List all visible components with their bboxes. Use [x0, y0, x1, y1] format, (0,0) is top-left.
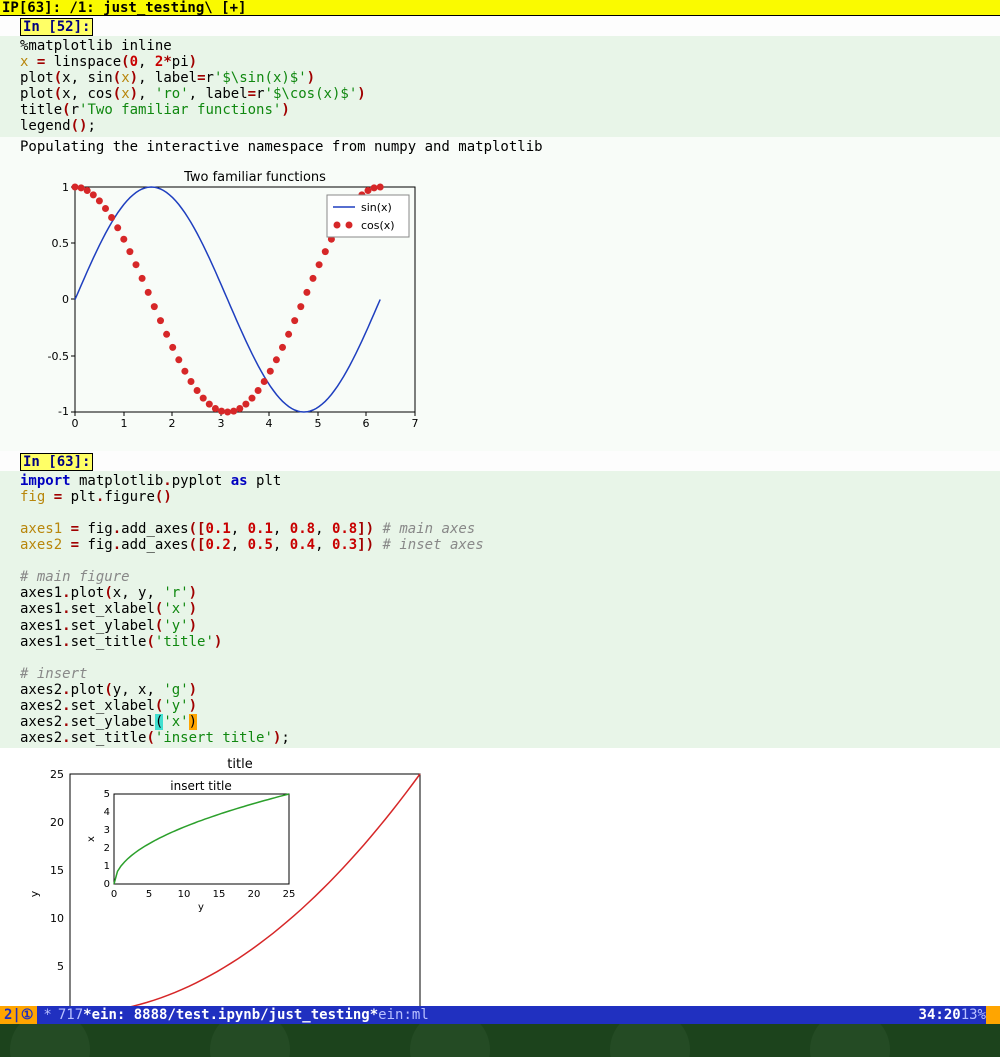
svg-text:-0.5: -0.5 [48, 350, 69, 363]
svg-text:0: 0 [72, 417, 79, 430]
buffer-name: *ein: 8888/test.ipynb/just_testing* [83, 1007, 378, 1023]
svg-text:1: 1 [104, 861, 110, 872]
chart2-svg: title 0 5 10 15 20 25 0 1 [20, 754, 440, 1021]
title-bar: IP[63]: /1: just_testing\ [+] [0, 0, 1000, 16]
svg-text:10: 10 [178, 889, 191, 900]
svg-text:4: 4 [266, 417, 273, 430]
cell1-figure: Two familiar functions 1 0.5 0 -0.5 -1 [0, 157, 1000, 451]
svg-text:cos(x): cos(x) [361, 219, 395, 232]
svg-text:2: 2 [169, 417, 176, 430]
svg-text:10: 10 [50, 912, 64, 925]
svg-text:sin(x): sin(x) [361, 201, 392, 214]
svg-text:25: 25 [50, 768, 64, 781]
svg-text:2: 2 [104, 843, 110, 854]
svg-text:1: 1 [62, 181, 69, 194]
svg-text:0.5: 0.5 [52, 237, 70, 250]
cell1-prompt: In [52]: [20, 18, 93, 36]
svg-text:y: y [198, 902, 204, 913]
svg-text:0: 0 [104, 879, 110, 890]
svg-text:5: 5 [146, 889, 152, 900]
svg-text:y: y [28, 891, 41, 898]
major-mode: ein:ml [378, 1007, 429, 1023]
mode-line: 2|① * 717 *ein: 8888/test.ipynb/just_tes… [0, 1006, 1000, 1024]
text-cursor: ) [189, 714, 197, 730]
editor-window: IP[63]: /1: just_testing\ [+] In [52]: %… [0, 0, 1000, 1057]
svg-text:4: 4 [104, 807, 110, 818]
chart1-title: Two familiar functions [183, 170, 326, 185]
cell1-stdout: Populating the interactive namespace fro… [0, 137, 1000, 157]
svg-text:insert title: insert title [170, 779, 232, 793]
svg-text:7: 7 [412, 417, 419, 430]
svg-text:20: 20 [50, 816, 64, 829]
cell1-code[interactable]: %matplotlib inline x = linspace(0, 2*pi)… [0, 36, 1000, 137]
chart1-legend: sin(x) cos(x) [327, 195, 409, 237]
svg-text:0: 0 [62, 293, 69, 306]
cell2-prompt: In [63]: [20, 453, 93, 471]
scroll-percent: 13% [961, 1007, 986, 1023]
status-badge: 2|① [0, 1006, 37, 1024]
cursor-position: 34:20 [919, 1007, 961, 1023]
svg-text:25: 25 [283, 889, 296, 900]
minibuffer-area[interactable] [0, 1024, 1000, 1057]
end-indicator [986, 1006, 1000, 1024]
chart2-title: title [227, 757, 252, 772]
svg-text:15: 15 [50, 864, 64, 877]
cell2-code[interactable]: import matplotlib.pyplot as plt fig = pl… [0, 471, 1000, 749]
svg-text:5: 5 [104, 789, 110, 800]
svg-text:5: 5 [315, 417, 322, 430]
svg-text:5: 5 [57, 960, 64, 973]
svg-text:1: 1 [121, 417, 128, 430]
chart1-svg: Two familiar functions 1 0.5 0 -0.5 -1 [20, 167, 420, 437]
title-text: IP[63]: /1: just_testing\ [+] [2, 0, 246, 16]
svg-text:x: x [86, 836, 97, 842]
svg-text:-1: -1 [58, 405, 69, 418]
svg-text:0: 0 [111, 889, 117, 900]
svg-text:20: 20 [248, 889, 261, 900]
svg-text:3: 3 [104, 825, 110, 836]
cell2-figure: title 0 5 10 15 20 25 0 1 [0, 748, 1000, 1021]
svg-text:6: 6 [363, 417, 370, 430]
svg-text:15: 15 [213, 889, 226, 900]
svg-text:3: 3 [218, 417, 225, 430]
buffer-content[interactable]: In [52]: %matplotlib inline x = linspace… [0, 16, 1000, 1021]
